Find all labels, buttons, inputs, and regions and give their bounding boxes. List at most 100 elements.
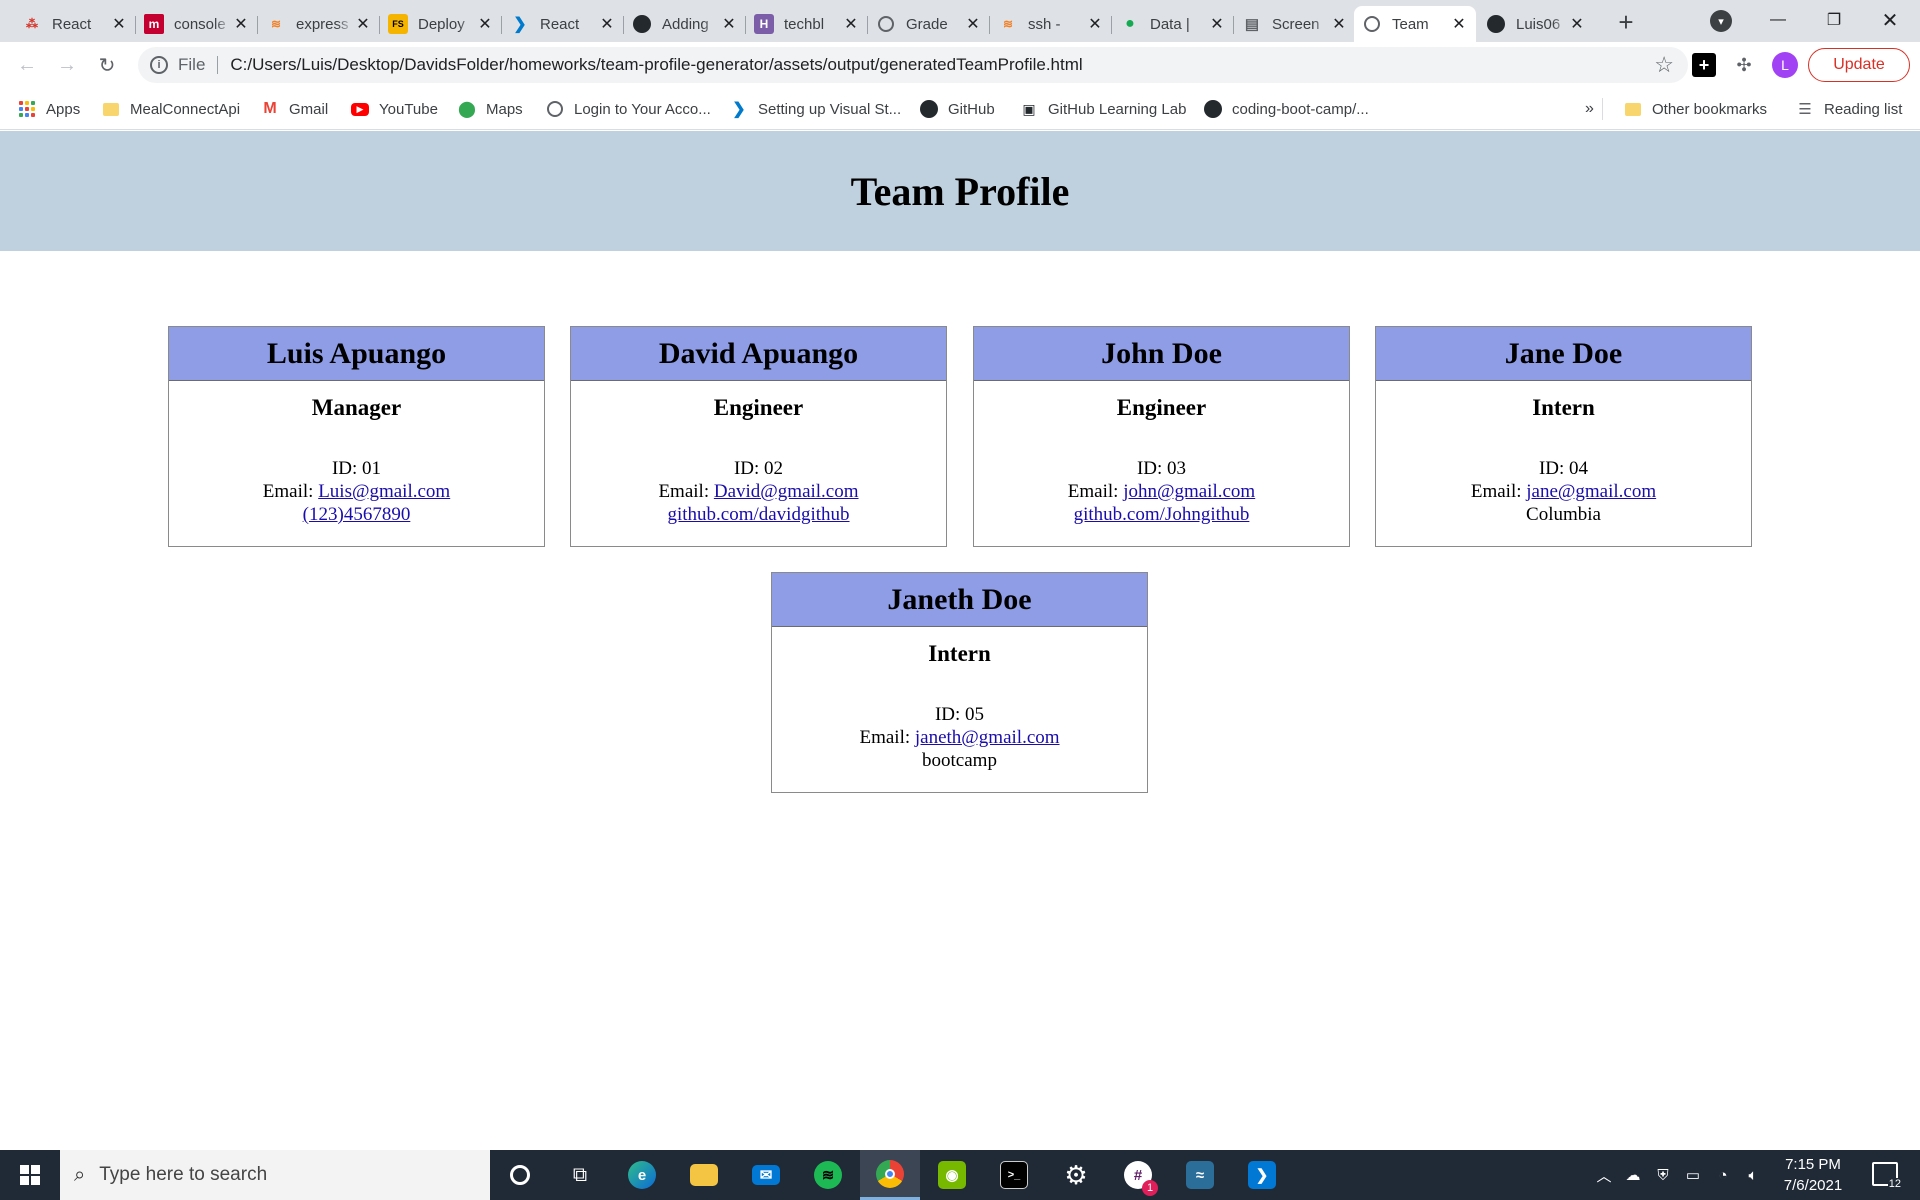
bookmark-learning-lab[interactable]: ▣ GitHub Learning Lab — [1020, 97, 1186, 121]
bookmark-other[interactable]: Other bookmarks — [1624, 97, 1767, 121]
employee-email-link[interactable]: janeth@gmail.com — [915, 727, 1060, 748]
tab-active[interactable]: Team ✕ — [1354, 6, 1476, 42]
info-icon[interactable]: i — [150, 56, 168, 74]
employee-role: Manager — [311, 395, 402, 420]
bookmarks-overflow-button[interactable]: » — [1585, 97, 1594, 121]
bookmark-gmail[interactable]: M Gmail — [261, 97, 328, 121]
new-tab-button[interactable]: + — [1612, 7, 1640, 37]
gear-icon: ⚙ — [1064, 1159, 1088, 1190]
clock-date: 7/6/2021 — [1783, 1177, 1843, 1194]
employee-email-link[interactable]: john@gmail.com — [1123, 481, 1255, 502]
tab[interactable]: Grade ✕ — [868, 6, 990, 42]
employee-github-link[interactable]: github.com/Johngithub — [1074, 504, 1250, 525]
folder-icon — [102, 100, 120, 118]
bookmark-github[interactable]: GitHub — [920, 97, 995, 121]
github-icon — [632, 14, 652, 34]
extensions-puzzle-icon[interactable]: ✣ — [1732, 53, 1756, 77]
extension-plus-icon[interactable]: + — [1692, 53, 1716, 77]
close-icon[interactable]: ✕ — [1330, 15, 1348, 33]
bookmark-label: Gmail — [289, 100, 329, 118]
tab[interactable]: ≋ ssh - ✕ — [990, 6, 1112, 42]
close-icon[interactable]: ✕ — [842, 15, 860, 33]
taskbar-app-terminal[interactable]: >_ — [984, 1150, 1044, 1200]
profile-avatar[interactable]: L — [1772, 52, 1798, 78]
bookmarks-bar: Apps MealConnectApi M Gmail ▶ YouTube ⬤ … — [0, 88, 1920, 130]
tab[interactable]: m console ✕ — [136, 6, 258, 42]
back-arrow-icon[interactable]: ← — [12, 50, 42, 80]
taskbar-app-settings[interactable]: ⚙ — [1046, 1150, 1106, 1200]
tab[interactable]: Adding ✕ — [624, 6, 746, 42]
bookmark-vscode[interactable]: ❯ Setting up Visual St... — [730, 97, 901, 121]
chevron-up-icon[interactable]: ︿ — [1590, 1150, 1618, 1200]
tab-search-icon[interactable]: ▾ — [1710, 10, 1732, 32]
tab[interactable]: FS Deploy ✕ — [380, 6, 502, 42]
bookmark-coding-boot-camp[interactable]: coding-boot-camp/... — [1204, 97, 1369, 121]
bookmark-youtube[interactable]: ▶ YouTube — [351, 97, 438, 121]
close-icon[interactable]: ✕ — [232, 15, 250, 33]
employee-email-link[interactable]: jane@gmail.com — [1526, 481, 1656, 502]
page-title: Team Profile — [850, 168, 1070, 214]
github-icon — [1486, 14, 1506, 34]
vscode-icon: ❯ — [513, 16, 527, 33]
restore-button[interactable]: ❐ — [1806, 0, 1862, 40]
close-icon[interactable]: ✕ — [110, 15, 128, 33]
close-icon[interactable]: ✕ — [598, 15, 616, 33]
taskbar-app-spotify[interactable]: ≋ — [798, 1150, 858, 1200]
reading-list-button[interactable]: ☰ Reading list — [1796, 97, 1902, 121]
taskbar-app-explorer[interactable] — [674, 1150, 734, 1200]
tab[interactable]: H techbl ✕ — [746, 6, 868, 42]
close-icon[interactable]: ✕ — [1208, 15, 1226, 33]
close-icon[interactable]: ✕ — [964, 15, 982, 33]
close-icon[interactable]: ✕ — [354, 15, 372, 33]
volume-icon[interactable]: 🔈︎ — [1738, 1150, 1768, 1200]
start-button[interactable] — [0, 1150, 60, 1200]
update-button[interactable]: Update — [1808, 48, 1910, 82]
bookmark-maps[interactable]: ⬤ Maps — [458, 97, 523, 121]
employee-email-link[interactable]: David@gmail.com — [714, 481, 859, 502]
forward-arrow-icon[interactable]: → — [52, 50, 82, 80]
close-icon[interactable]: ✕ — [476, 15, 494, 33]
taskbar-app-slack[interactable]: # 1 — [1108, 1150, 1168, 1200]
employee-phone-link[interactable]: (123)4567890 — [303, 504, 411, 525]
task-view-button[interactable]: ⧉ — [550, 1150, 610, 1200]
employee-card: Jane Doe Intern ID: 04 Email: jane@gmail… — [1375, 326, 1752, 547]
taskbar-app-mail[interactable]: ✉ — [736, 1150, 796, 1200]
tab[interactable]: ⁂ React ✕ — [14, 6, 136, 42]
taskbar-app-chrome[interactable] — [860, 1150, 920, 1200]
url-text[interactable]: C:/Users/Luis/Desktop/DavidsFolder/homew… — [230, 55, 1082, 75]
bookmark-login[interactable]: Login to Your Acco... — [546, 97, 711, 121]
close-icon[interactable]: ✕ — [720, 15, 738, 33]
close-window-button[interactable]: ✕ — [1862, 0, 1918, 40]
taskbar-app-edge[interactable]: e — [612, 1150, 672, 1200]
taskbar-app-vscode[interactable]: ❯ — [1232, 1150, 1292, 1200]
taskbar-app-mysql[interactable]: ≈ — [1170, 1150, 1230, 1200]
tab[interactable]: ● Data | ✕ — [1112, 6, 1234, 42]
reload-icon[interactable]: ↻ — [92, 50, 122, 80]
bookmark-folder[interactable]: MealConnectApi — [102, 97, 240, 121]
close-icon[interactable]: ✕ — [1086, 15, 1104, 33]
employee-github-link[interactable]: github.com/davidgithub — [667, 504, 849, 525]
battery-icon[interactable]: ▭ — [1678, 1150, 1708, 1200]
minimize-button[interactable]: — — [1750, 0, 1806, 40]
taskbar-search-box[interactable]: ⌕ Type here to search — [60, 1150, 490, 1200]
bookmark-label: Login to Your Acco... — [574, 100, 711, 118]
tab[interactable]: Luis06 ✕ — [1478, 6, 1594, 42]
wifi-icon[interactable]: ◔ — [1708, 1150, 1738, 1200]
address-bar[interactable]: i File C:/Users/Luis/Desktop/DavidsFolde… — [138, 47, 1688, 83]
employee-email-link[interactable]: Luis@gmail.com — [318, 481, 450, 502]
bookmark-star-icon[interactable]: ☆ — [1654, 52, 1674, 78]
system-clock[interactable]: 7:15 PM 7/6/2021 — [1768, 1154, 1858, 1196]
notifications-icon[interactable]: 12 — [1872, 1162, 1902, 1190]
tab[interactable]: ❯ React ✕ — [502, 6, 624, 42]
defender-icon[interactable]: ⛨ — [1648, 1150, 1678, 1200]
bookmark-apps[interactable]: Apps — [18, 97, 80, 121]
taskbar-app-nvidia[interactable]: ◉ — [922, 1150, 982, 1200]
cortana-button[interactable] — [490, 1150, 550, 1200]
close-icon[interactable]: ✕ — [1568, 15, 1586, 33]
tab[interactable]: ▤ Screen ✕ — [1234, 6, 1356, 42]
tab[interactable]: ≋ express ✕ — [258, 6, 380, 42]
tab-title: Deploy — [418, 15, 465, 33]
close-icon[interactable]: ✕ — [1450, 15, 1468, 33]
onedrive-cloud-icon[interactable]: ☁ — [1618, 1150, 1648, 1200]
employee-role: Intern — [1532, 395, 1595, 420]
